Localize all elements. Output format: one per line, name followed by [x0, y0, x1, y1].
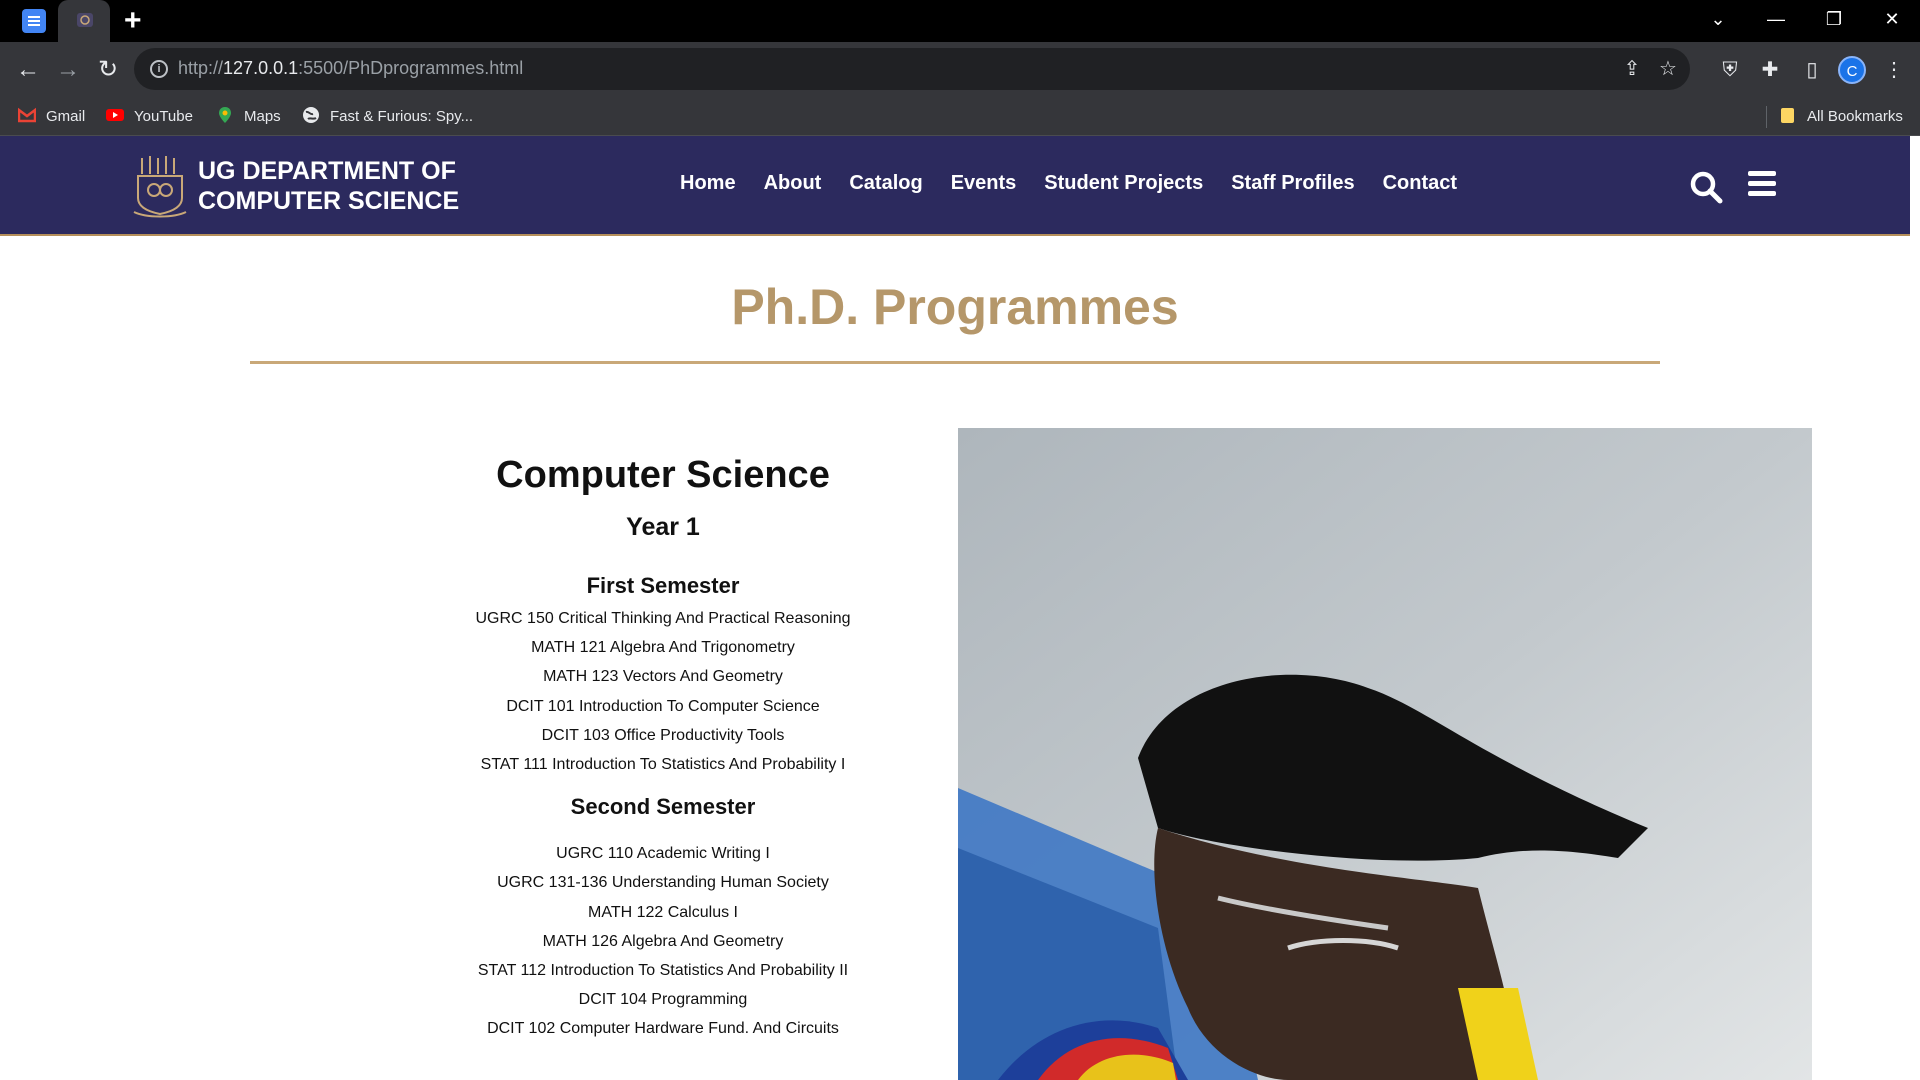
forward-arrow-icon[interactable]: → [52, 54, 84, 86]
course-item: DCIT 102 Computer Hardware Fund. And Cir… [487, 1020, 839, 1038]
site-info-icon[interactable]: i [150, 60, 168, 78]
globe-icon [303, 107, 319, 124]
minimize-window-button[interactable]: — [1748, 0, 1804, 42]
course-item: UGRC 110 Academic Writing I [556, 845, 770, 863]
gmail-icon [18, 107, 36, 123]
course-item: STAT 112 Introduction To Statistics And … [477, 962, 849, 980]
second-semester-courses: UGRC 110 Academic Writing I UGRC 131-136… [440, 839, 886, 1043]
youtube-icon [106, 109, 124, 122]
ug-crest-favicon-icon [77, 13, 93, 27]
profile-avatar[interactable]: C [1838, 56, 1866, 84]
browser-tab-active[interactable] [58, 0, 110, 42]
first-semester-courses: UGRC 150 Critical Thinking And Practical… [440, 604, 886, 779]
course-item: UGRC 131-136 Understanding Human Society [497, 874, 829, 892]
side-panel-icon[interactable]: ▯ [1796, 54, 1828, 86]
close-window-button[interactable]: ✕ [1864, 0, 1920, 42]
ug-crest-logo-icon[interactable] [132, 154, 188, 218]
browser-tab-strip: + ⌄ — ❐ ✕ [0, 0, 1920, 42]
nav-catalog[interactable]: Catalog [849, 172, 922, 195]
bookmarks-bar: Gmail YouTube Maps Fast & Furious: Spy..… [0, 98, 1920, 136]
hamburger-menu-icon[interactable] [1748, 171, 1776, 197]
nav-events[interactable]: Events [951, 172, 1017, 195]
reload-icon[interactable]: ↻ [92, 54, 124, 86]
bookmark-star-icon[interactable]: ☆ [1656, 57, 1680, 81]
search-icon[interactable] [1689, 170, 1723, 204]
bookmark-gmail[interactable]: Gmail [18, 106, 85, 128]
course-listing: Computer Science Year 1 First Semester U… [440, 452, 886, 1044]
nav-contact[interactable]: Contact [1383, 172, 1457, 195]
site-brand-title[interactable]: UG DEPARTMENT OF COMPUTER SCIENCE [198, 156, 459, 216]
site-header: UG DEPARTMENT OF COMPUTER SCIENCE Home A… [0, 136, 1910, 236]
course-item: DCIT 101 Introduction To Computer Scienc… [506, 697, 820, 715]
new-tab-button[interactable]: + [124, 4, 142, 38]
course-item: DCIT 104 Programming [578, 991, 748, 1009]
main-navigation: Home About Catalog Events Student Projec… [680, 172, 1485, 195]
bookmark-youtube[interactable]: YouTube [106, 106, 193, 128]
share-icon[interactable]: ⇪ [1620, 57, 1644, 81]
course-item: MATH 122 Calculus I [588, 903, 738, 921]
extensions-puzzle-icon[interactable]: ✚ [1754, 54, 1786, 86]
address-bar[interactable]: i http://127.0.0.1:5500/PhDprogrammes.ht… [134, 48, 1690, 90]
nav-staff-profiles[interactable]: Staff Profiles [1231, 172, 1354, 195]
professor-in-academic-regalia-image [958, 428, 1812, 1080]
program-heading: Computer Science [496, 454, 830, 496]
tab-search-chevron-icon[interactable]: ⌄ [1690, 0, 1746, 42]
course-item: MATH 121 Algebra And Trigonometry [531, 639, 795, 657]
shield-extension-icon[interactable]: ⛨ [1714, 54, 1746, 86]
course-item: STAT 111 Introduction To Statistics And … [480, 756, 846, 774]
second-semester-heading: Second Semester [570, 794, 756, 820]
browser-toolbar: ← → ↻ i http://127.0.0.1:5500/PhDprogram… [0, 42, 1920, 98]
bookmark-fast-furious[interactable]: Fast & Furious: Spy... [302, 106, 473, 128]
back-arrow-icon[interactable]: ← [12, 54, 44, 86]
all-bookmarks-folder[interactable]: All Bookmarks [1766, 106, 1903, 128]
course-item: DCIT 103 Office Productivity Tools [541, 726, 785, 744]
bookmark-maps[interactable]: Maps [216, 106, 281, 128]
nav-home[interactable]: Home [680, 172, 736, 195]
page-title: Ph.D. Programmes [731, 279, 1179, 335]
course-item: MATH 123 Vectors And Geometry [543, 668, 783, 686]
url-text[interactable]: http://127.0.0.1:5500/PhDprogrammes.html [178, 58, 523, 79]
title-divider [250, 361, 1660, 364]
more-menu-icon[interactable]: ⋮ [1878, 54, 1910, 86]
docs-app-icon[interactable] [22, 9, 46, 33]
course-item: MATH 126 Algebra And Geometry [542, 932, 784, 950]
nav-student-projects[interactable]: Student Projects [1044, 172, 1203, 195]
course-item: UGRC 150 Critical Thinking And Practical… [475, 610, 851, 627]
first-semester-heading: First Semester [586, 573, 740, 598]
graduation-photo [958, 428, 1812, 1080]
nav-about[interactable]: About [764, 172, 822, 195]
year-heading: Year 1 [626, 513, 700, 541]
folder-icon [1781, 108, 1794, 124]
restore-window-button[interactable]: ❐ [1806, 0, 1862, 42]
maps-icon [219, 107, 231, 124]
